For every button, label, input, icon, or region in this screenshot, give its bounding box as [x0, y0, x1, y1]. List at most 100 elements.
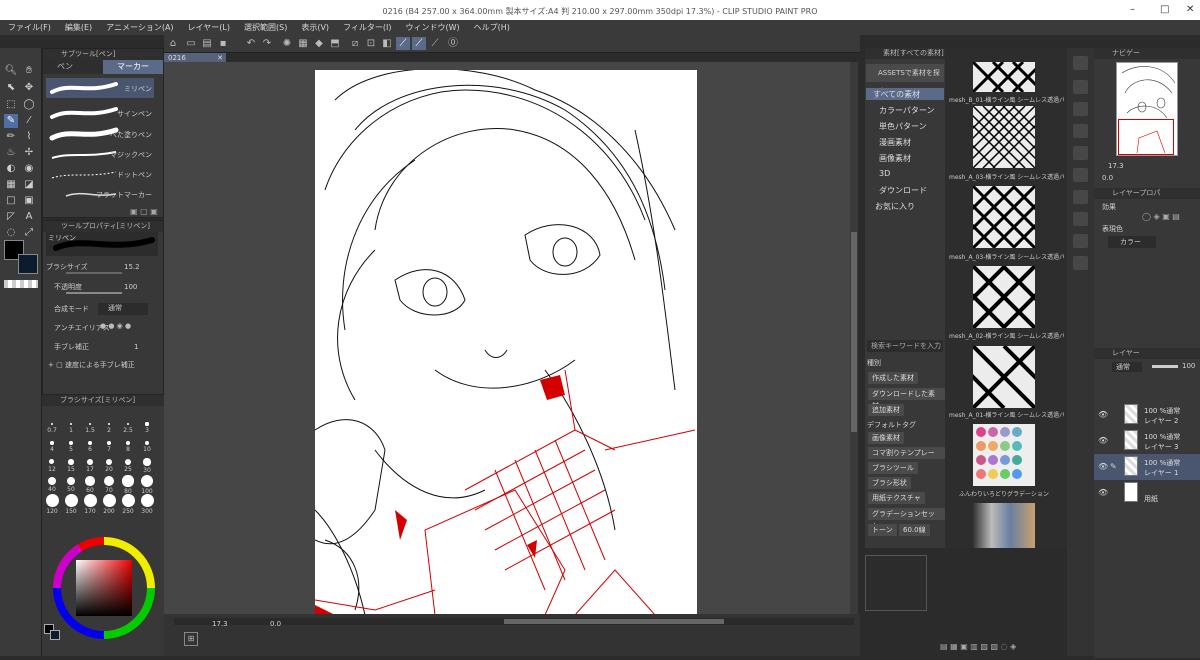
lasso-icon[interactable]: ◯	[22, 98, 36, 112]
material-list-view-icons[interactable]: ▤ ▦ ▣ ▥ ▨ ▧ ◌ ◈	[940, 642, 1016, 651]
blend-icon[interactable]: ◐	[4, 162, 18, 176]
material-search-input[interactable]: 検索キーワードを入力	[867, 340, 943, 352]
effect-icons[interactable]: ◯ ◈ ▣ ▤	[1142, 212, 1180, 221]
navigator-zoom[interactable]: 17.3	[1108, 162, 1124, 170]
tag-brush-shape[interactable]: ブラシ形状	[868, 477, 911, 489]
zoom-value[interactable]: 17.3	[212, 620, 228, 628]
ruler-icon[interactable]: ◸	[4, 210, 18, 224]
menu-selection[interactable]: 選択範囲(S)	[244, 22, 287, 33]
home-icon[interactable]: ⌂	[166, 37, 180, 50]
canvas-vertical-scrollbar[interactable]	[850, 62, 858, 614]
correct-line-icon[interactable]: ⤢	[22, 226, 36, 240]
operation-icon[interactable]: ⬉	[4, 81, 18, 95]
speed-stabilize-checkbox[interactable]: + ▢	[46, 361, 63, 369]
brush-size-preset[interactable]	[87, 459, 93, 465]
airbrush-icon[interactable]: ♨︎	[4, 146, 18, 160]
brush-size-preset[interactable]	[83, 493, 97, 507]
material-thumb[interactable]	[973, 266, 1035, 328]
sketch-artwork[interactable]	[315, 70, 697, 615]
color-wheel[interactable]	[50, 534, 158, 642]
tree-item-download[interactable]: ダウンロード	[879, 185, 927, 196]
decoration-icon[interactable]: ✢	[22, 146, 36, 160]
tag-brush-tool[interactable]: ブラシツール	[868, 462, 918, 474]
stabilize-value[interactable]: 1	[134, 343, 138, 351]
brush-size-preset[interactable]	[64, 493, 78, 507]
material-thumb[interactable]	[973, 62, 1035, 92]
brush-size-preset[interactable]	[140, 493, 154, 507]
tree-item-image[interactable]: 画像素材	[879, 153, 911, 164]
brush-item-dot-pen[interactable]: ドットペン	[46, 164, 154, 184]
layer-row[interactable]: 👁︎ 用紙	[1094, 480, 1200, 506]
assist-icon[interactable]: ⓪	[446, 37, 460, 50]
angle-value[interactable]: 0.0	[270, 620, 281, 628]
tag-created[interactable]: 作成した素材	[868, 372, 918, 384]
brush-item-signpen[interactable]: サインペン	[46, 103, 154, 123]
brush-item-millipen[interactable]: ミリペン	[46, 78, 154, 98]
menu-layer[interactable]: レイヤー(L)	[188, 22, 230, 33]
brush-size-preset[interactable]	[122, 475, 134, 487]
brush-size-preset[interactable]	[47, 476, 57, 486]
tree-item-mono-pattern[interactable]: 単色パターン	[879, 121, 927, 132]
tree-item-manga[interactable]: 漫画素材	[879, 137, 911, 148]
brush-size-preset[interactable]	[68, 459, 74, 465]
brush-size-preset[interactable]	[88, 441, 92, 445]
menu-window[interactable]: ウィンドウ(W)	[406, 22, 460, 33]
tag-image-material[interactable]: 画像素材	[868, 432, 904, 444]
move-layer-icon[interactable]: ✥	[22, 81, 36, 95]
assets-search-button[interactable]: ASSETSで素材を探す	[866, 64, 944, 95]
layer-row[interactable]: 👁︎ 100 %通常 レイヤー 2	[1094, 402, 1200, 428]
fill-icon[interactable]: ◆	[312, 37, 326, 50]
clear-layer-icon[interactable]	[1073, 124, 1088, 138]
transparent-color-swatch[interactable]	[4, 280, 38, 288]
invert-icon[interactable]: ◧	[380, 37, 394, 50]
transform-selection-icon[interactable]	[1073, 234, 1088, 248]
status-bar-menu-icon[interactable]: ⊞	[184, 632, 198, 646]
opacity-value[interactable]: 100	[124, 283, 137, 291]
navigator-viewport-frame[interactable]	[1118, 119, 1174, 155]
brush-size-preset[interactable]	[143, 458, 151, 466]
menu-help[interactable]: ヘルプ(H)	[474, 22, 510, 33]
transform-icon[interactable]: ⬒	[328, 37, 342, 50]
antialias-options[interactable]: ● ● ◉ ●	[100, 322, 131, 330]
snap-special-ruler-icon[interactable]: ⟋	[412, 37, 426, 50]
selection-icon[interactable]: ⬚	[4, 98, 18, 112]
layer-row[interactable]: 👁︎ 100 %通常 レイヤー 3	[1094, 428, 1200, 454]
horizontal-scroll-thumb[interactable]	[504, 619, 724, 624]
redo-icon[interactable]: ↷	[260, 37, 274, 50]
brush-size-preset[interactable]	[50, 441, 54, 445]
text-icon[interactable]: A	[22, 210, 36, 224]
clear-icon[interactable]: ▦	[296, 37, 310, 50]
layer-opacity-slider[interactable]	[1152, 365, 1178, 368]
copy-icon[interactable]	[1073, 146, 1088, 160]
navigator-preview[interactable]	[1116, 62, 1178, 156]
undo-icon[interactable]: ↶	[244, 37, 258, 50]
brush-size-value[interactable]: 15.2	[124, 263, 140, 271]
figure-icon[interactable]: □	[4, 194, 18, 208]
snap-grid-icon[interactable]: ⟋	[428, 37, 442, 50]
material-thumb-gradient[interactable]	[973, 424, 1035, 486]
menu-animation[interactable]: アニメーション(A)	[106, 22, 173, 33]
tag-paper-texture[interactable]: 用紙テクスチャ	[868, 492, 925, 504]
tag-downloaded[interactable]: ダウンロードした素材	[868, 388, 945, 410]
brush-size-preset[interactable]	[121, 493, 135, 507]
eye-icon[interactable]: 👁︎	[1098, 410, 1108, 419]
vertical-scroll-thumb[interactable]	[851, 232, 857, 432]
brush-size-preset[interactable]	[85, 476, 95, 486]
drawing-canvas[interactable]	[315, 70, 697, 615]
deselect-icon[interactable]: ⧄	[348, 37, 362, 50]
tag-gradient-set[interactable]: グラデーションセット	[868, 508, 945, 530]
minimize-icon[interactable]: –	[1130, 4, 1135, 15]
tree-item-all[interactable]: すべての素材	[873, 89, 920, 100]
menu-filter[interactable]: フィルター(I)	[343, 22, 391, 33]
brush-size-preset[interactable]	[69, 441, 73, 445]
tree-item-3d[interactable]: 3D	[879, 169, 890, 178]
tag-added[interactable]: 追加素材	[868, 404, 904, 416]
brush-size-slider[interactable]	[66, 272, 122, 274]
grid-icon[interactable]	[1073, 256, 1088, 270]
opacity-slider[interactable]	[66, 292, 122, 294]
tab-pen[interactable]: ペン	[43, 60, 103, 74]
expression-select[interactable]: カラー	[1108, 236, 1156, 248]
crop-icon[interactable]: ⊡	[364, 37, 378, 50]
material-thumb-gradient-set[interactable]	[973, 503, 1035, 548]
brush-size-preset[interactable]	[145, 422, 149, 426]
